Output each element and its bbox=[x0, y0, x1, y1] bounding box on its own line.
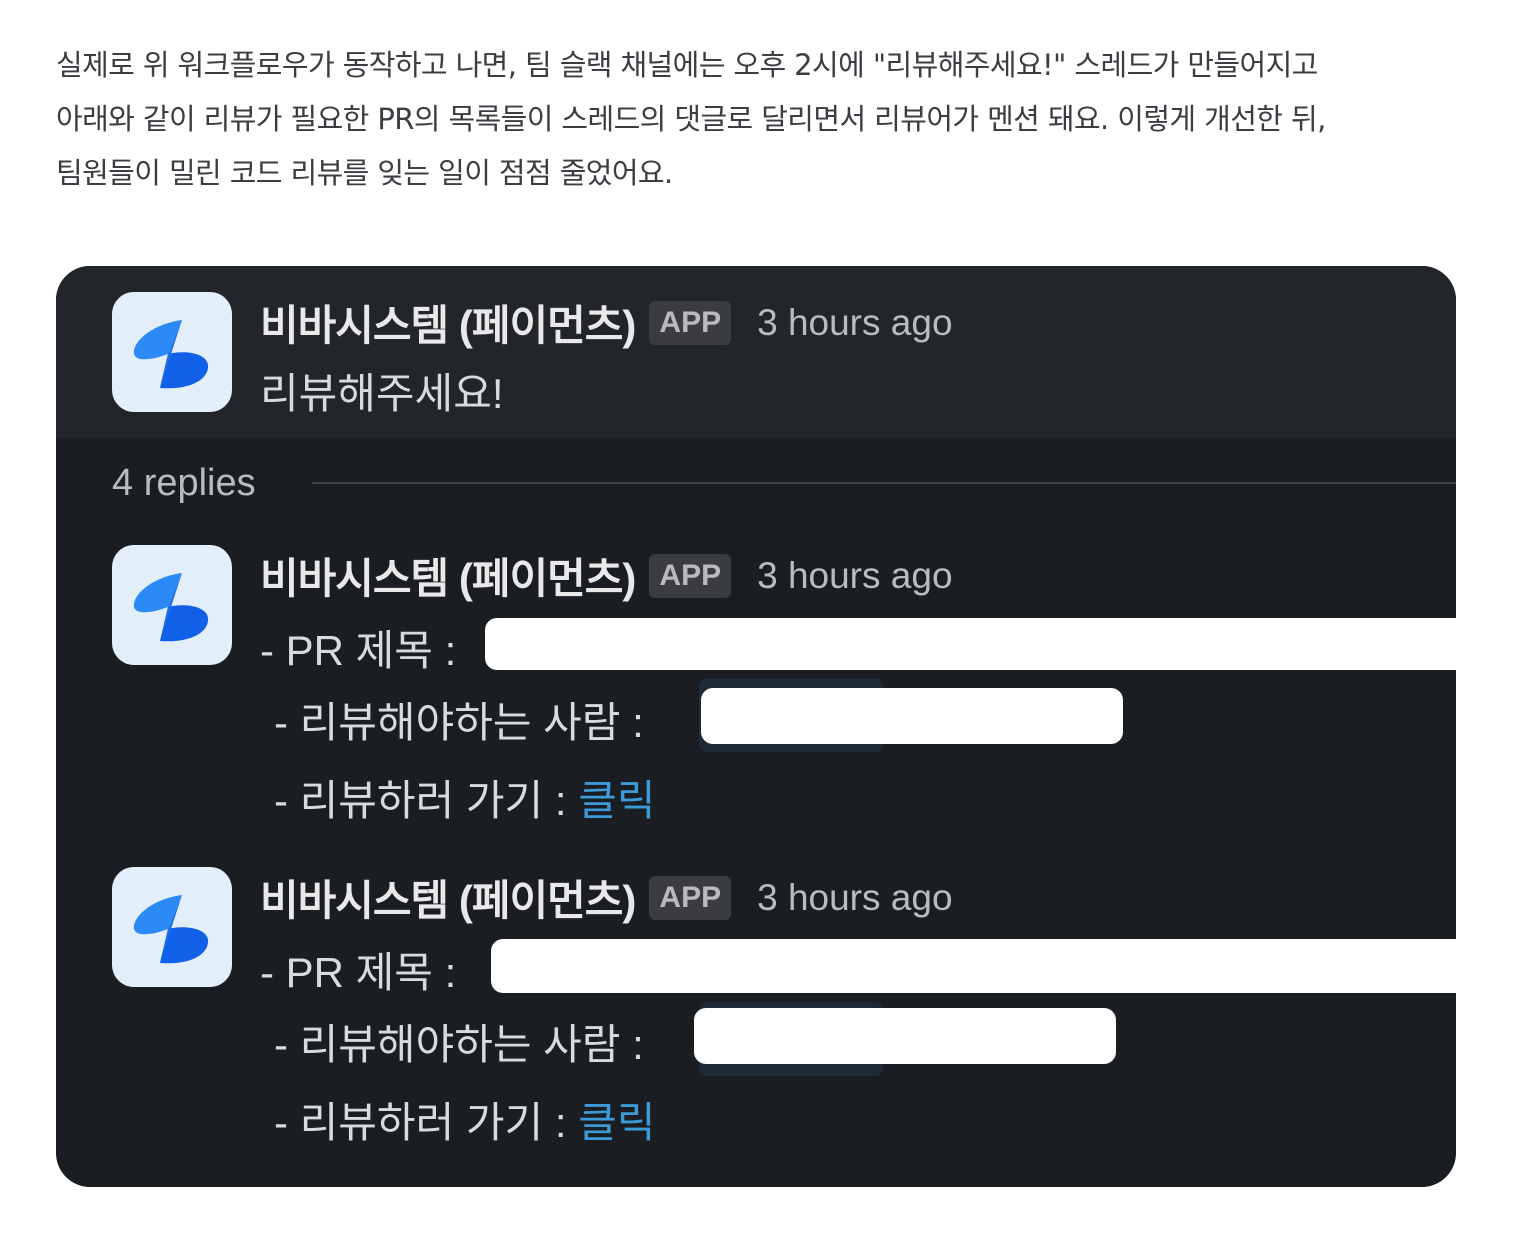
toss-payments-logo-icon[interactable] bbox=[112, 292, 232, 412]
message-text: 리뷰해주세요! bbox=[260, 370, 504, 417]
reviewer-label: - 리뷰해야하는 사람 : bbox=[274, 699, 644, 746]
pr-title-label: - PR 제목 : bbox=[260, 949, 457, 996]
replies-count: 4 replies bbox=[112, 462, 256, 504]
divider-line bbox=[312, 482, 1456, 484]
intro-line: 팀원들이 밀린 코드 리뷰를 잊는 일이 점점 줄었어요. bbox=[56, 156, 673, 190]
message-header: 비바시스템 (페이먼츠) APP 3 hours ago bbox=[260, 545, 953, 602]
slack-thread-screenshot: 비바시스템 (페이먼츠) APP 3 hours ago 리뷰해주세요! 4 rep… bbox=[56, 266, 1456, 1187]
redacted-pr-title bbox=[485, 618, 1456, 670]
message-header: 비바시스템 (페이먼츠) APP 3 hours ago bbox=[260, 292, 953, 349]
redacted-reviewer bbox=[701, 688, 1123, 744]
message-header: 비바시스템 (페이먼츠) APP 3 hours ago bbox=[260, 867, 953, 924]
sender-name[interactable]: 비바시스템 (페이먼츠) bbox=[260, 545, 636, 606]
goto-review-label: - 리뷰하러 가기 : bbox=[274, 777, 567, 824]
sender-name[interactable]: 비바시스템 (페이먼츠) bbox=[260, 867, 636, 928]
goto-review-label: - 리뷰하러 가기 : bbox=[274, 1099, 567, 1146]
goto-review-row: - 리뷰하러 가기 : 클릭 bbox=[274, 767, 655, 828]
intro-line: 실제로 위 워크플로우가 동작하고 나면, 팀 슬랙 채널에는 오후 2시에 "… bbox=[56, 48, 1318, 82]
sender-name[interactable]: 비바시스템 (페이먼츠) bbox=[260, 292, 636, 353]
redacted-reviewer bbox=[694, 1008, 1116, 1064]
timestamp[interactable]: 3 hours ago bbox=[757, 555, 952, 597]
replies-divider: 4 replies bbox=[112, 462, 1456, 506]
app-badge: APP bbox=[649, 553, 732, 598]
pr-title-label: - PR 제목 : bbox=[260, 627, 457, 674]
timestamp[interactable]: 3 hours ago bbox=[757, 302, 952, 344]
toss-payments-logo-icon[interactable] bbox=[112, 545, 232, 665]
intro-paragraph: 실제로 위 워크플로우가 동작하고 나면, 팀 슬랙 채널에는 오후 2시에 "… bbox=[56, 38, 1476, 200]
review-link[interactable]: 클릭 bbox=[578, 1099, 655, 1146]
goto-review-row: - 리뷰하러 가기 : 클릭 bbox=[274, 1089, 655, 1150]
redacted-pr-title bbox=[491, 939, 1456, 993]
reviewer-label: - 리뷰해야하는 사람 : bbox=[274, 1021, 644, 1068]
timestamp[interactable]: 3 hours ago bbox=[757, 877, 952, 919]
app-badge: APP bbox=[649, 300, 732, 345]
app-badge: APP bbox=[649, 875, 732, 920]
review-link[interactable]: 클릭 bbox=[578, 777, 655, 824]
intro-line: 아래와 같이 리뷰가 필요한 PR의 목록들이 스레드의 댓글로 달리면서 리뷰… bbox=[56, 102, 1326, 136]
toss-payments-logo-icon[interactable] bbox=[112, 867, 232, 987]
